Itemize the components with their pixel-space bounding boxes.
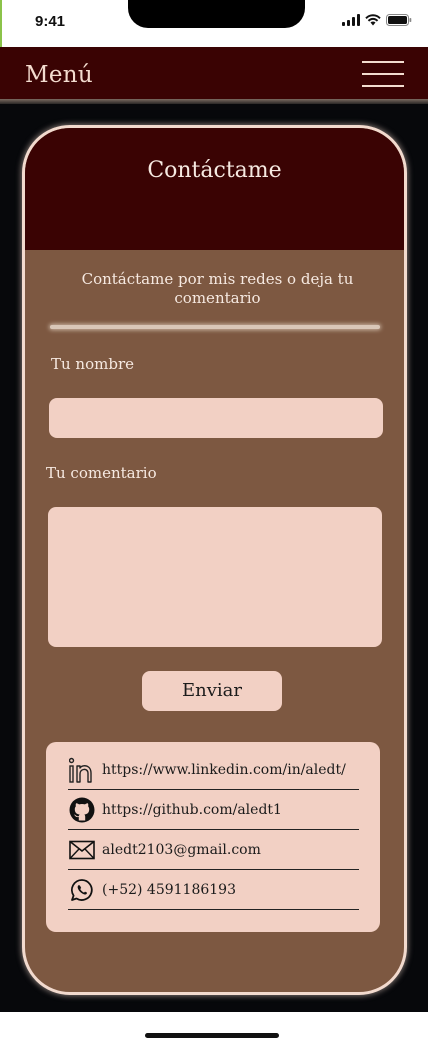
card-title: Contáctame — [147, 158, 282, 183]
github-link[interactable]: https://github.com/aledt1 — [102, 802, 282, 818]
home-indicator[interactable] — [145, 1033, 279, 1038]
name-label: Tu nombre — [51, 355, 134, 373]
contact-card: Contáctame Contáctame por mis redes o de… — [22, 125, 407, 995]
battery-icon — [386, 14, 412, 26]
whatsapp-link[interactable]: (+52) 4591186193 — [102, 882, 236, 898]
card-subtitle: Contáctame por mis redes o deja tu comen… — [81, 270, 354, 307]
hamburger-menu-icon[interactable] — [362, 61, 404, 89]
comment-textarea[interactable] — [48, 507, 382, 647]
whatsapp-row[interactable]: (+52) 4591186193 — [68, 870, 359, 910]
social-links-box: https://www.linkedin.com/in/aledt/ https… — [46, 742, 380, 932]
card-header — [25, 128, 404, 250]
menu-label[interactable]: Menú — [25, 62, 93, 88]
github-icon — [68, 796, 96, 824]
email-link[interactable]: aledt2103@gmail.com — [102, 842, 261, 858]
cellular-signal-icon — [342, 14, 360, 26]
linkedin-link[interactable]: https://www.linkedin.com/in/aledt/ — [102, 762, 346, 778]
wifi-icon — [365, 14, 381, 26]
status-bar: 9:41 — [0, 0, 428, 47]
email-row[interactable]: aledt2103@gmail.com — [68, 830, 359, 870]
linkedin-row[interactable]: https://www.linkedin.com/in/aledt/ — [68, 750, 359, 790]
status-icons — [342, 14, 412, 26]
home-indicator-area — [0, 1012, 428, 1046]
github-row[interactable]: https://github.com/aledt1 — [68, 790, 359, 830]
status-time: 9:41 — [35, 13, 66, 30]
whatsapp-icon — [68, 876, 96, 904]
submit-button[interactable]: Enviar — [142, 671, 282, 711]
linkedin-icon — [68, 756, 96, 784]
device-notch — [128, 0, 305, 28]
comment-label: Tu comentario — [46, 464, 157, 482]
name-input[interactable] — [49, 398, 383, 438]
divider — [50, 325, 380, 329]
mail-icon — [68, 836, 96, 864]
